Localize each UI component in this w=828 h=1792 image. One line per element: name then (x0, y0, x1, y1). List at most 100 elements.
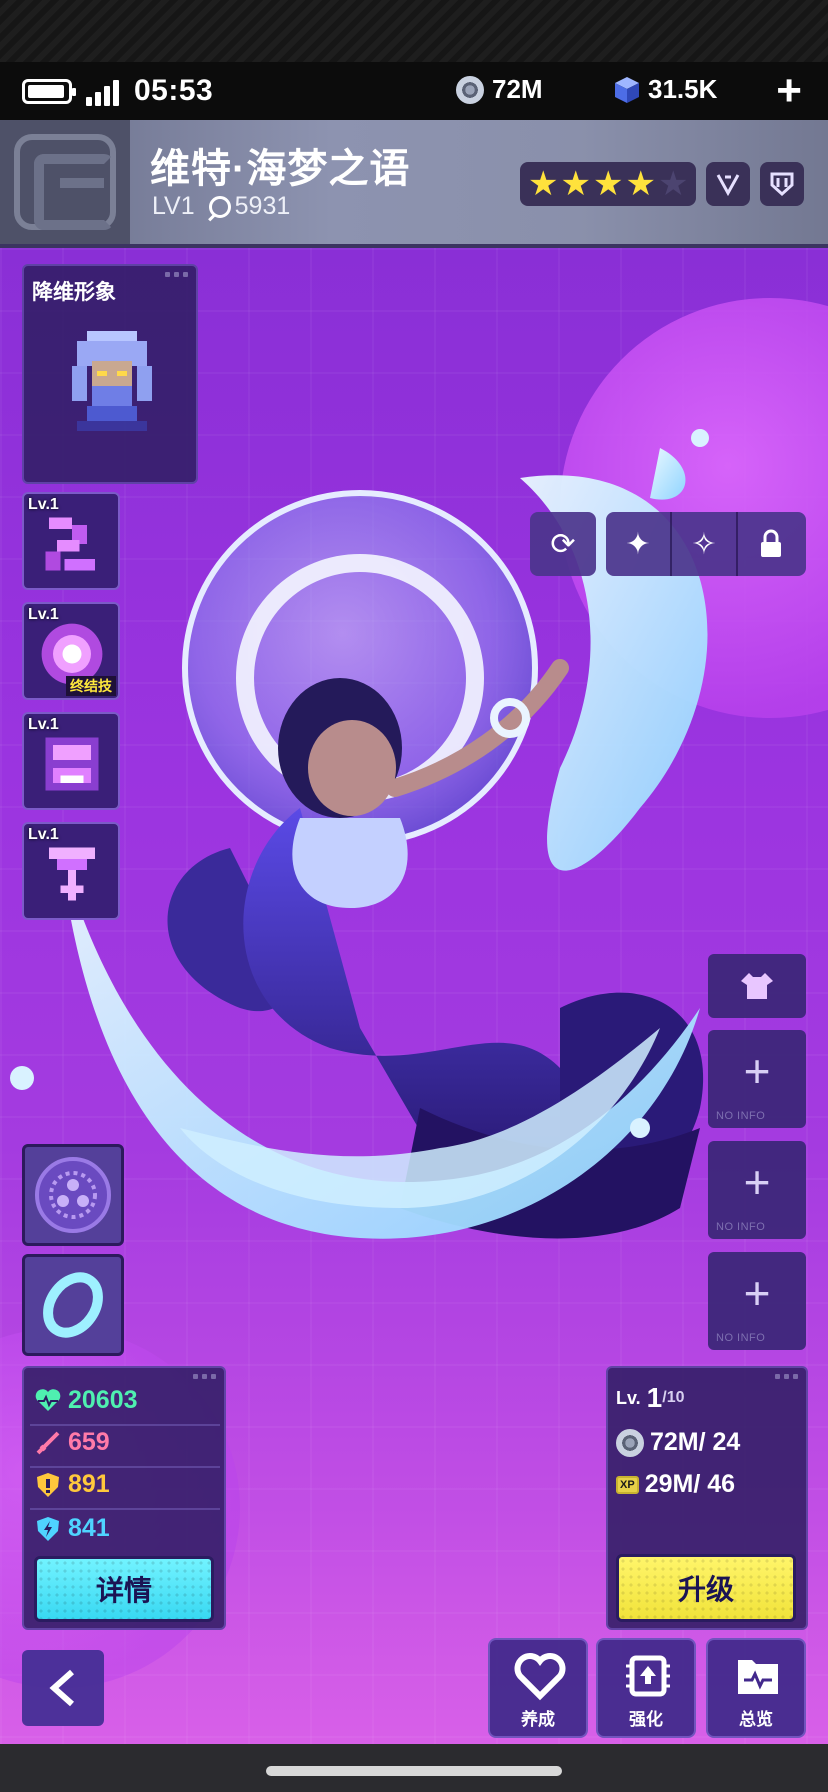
shirt-icon (741, 973, 773, 999)
sword-icon (36, 1431, 60, 1454)
costume-button[interactable] (708, 954, 806, 1018)
cultivate-label: 养成 (521, 1710, 555, 1729)
xp-cost: 29M/ 46 (644, 1470, 736, 1498)
overview-tab[interactable]: 总览 (706, 1638, 806, 1738)
skill-level: Lv.1 (28, 606, 59, 623)
chain-skill-icon (45, 737, 99, 791)
skill-slot-1[interactable]: Lv.1 (22, 492, 120, 590)
gear-slot-3[interactable]: + NO INFO (708, 1252, 806, 1350)
skill-level: Lv.1 (28, 826, 59, 843)
star-icon: ★ (560, 165, 591, 203)
star-icon: ★ (528, 165, 559, 203)
add-icon: + (743, 1267, 771, 1319)
lightning-icon (37, 1516, 59, 1541)
faction-logo-box (0, 120, 130, 244)
upgrade-button[interactable]: 升级 (616, 1554, 796, 1622)
attack-stat: 659 (34, 1428, 110, 1457)
battery-icon (22, 79, 76, 104)
skill-slot-4[interactable]: Lv.1 (22, 822, 120, 920)
defense-stat: 891 (34, 1470, 110, 1499)
speed-stat: 841 (34, 1514, 110, 1543)
level-prefix: Lv. (616, 1387, 641, 1408)
ring-icon (43, 1272, 103, 1338)
ring-equipment-slot[interactable] (22, 1254, 124, 1356)
refresh-icon[interactable]: ⟳ (530, 512, 596, 576)
heart-pulse-icon (35, 1388, 61, 1411)
ultimate-tag: 终结技 (66, 676, 116, 696)
character-header: 维特·海梦之语 LV1 5931 ★ ★ ★ ★ ★ (0, 120, 828, 248)
chip-upgrade-icon (626, 1655, 670, 1697)
character-level: LV1 (152, 192, 195, 220)
skill-level: Lv.1 (28, 716, 59, 733)
slot-info-label: NO INFO (716, 1221, 766, 1233)
power-icon (208, 195, 231, 218)
overview-label: 总览 (739, 1710, 773, 1729)
enhance-label: 强化 (629, 1710, 663, 1729)
sparkle-icon[interactable]: ✦ (606, 512, 672, 576)
coin-icon (456, 75, 484, 104)
cultivate-tab[interactable]: 养成 (488, 1638, 588, 1738)
skill-slot-2[interactable]: Lv.1 终结技 (22, 602, 120, 700)
chevron-left-icon (49, 1669, 74, 1707)
system-bottom-bar (0, 1744, 828, 1792)
faction-logo-icon (14, 134, 116, 230)
class-icon[interactable] (760, 162, 804, 206)
character-meta: LV1 5931 (152, 192, 290, 221)
core-equipment-slot[interactable] (22, 1144, 124, 1246)
coin-cost-row: 72M/ 24 (616, 1428, 740, 1457)
skill-slot-3[interactable]: Lv.1 (22, 712, 120, 810)
add-icon: + (743, 1045, 771, 1097)
pixel-portrait-title: 降维形象 (32, 281, 116, 304)
star-icon: ★ (625, 165, 656, 203)
gem-amount: 31.5K (648, 74, 718, 104)
coin-counter: 72M (456, 74, 543, 105)
rune-icon (35, 1157, 111, 1233)
folder-pulse-icon (738, 1660, 778, 1694)
cube-icon (615, 76, 639, 103)
defense-value: 891 (68, 1470, 110, 1498)
attack-value: 659 (68, 1428, 110, 1456)
current-level: 1 (646, 1382, 663, 1413)
details-button[interactable]: 详情 (34, 1556, 214, 1622)
hp-stat: 20603 (34, 1386, 138, 1415)
rotate-control[interactable]: ⟳ (530, 512, 596, 576)
star-rating: ★ ★ ★ ★ ★ (520, 162, 696, 206)
level-display: Lv. 1 /10 (616, 1382, 685, 1414)
double-sparkle-icon[interactable]: ✧ (672, 512, 738, 576)
swirl-skill-icon (45, 517, 95, 571)
home-indicator[interactable] (266, 1766, 562, 1776)
lock-icon[interactable] (738, 512, 804, 576)
clock: 05:53 (134, 74, 214, 107)
add-currency-button[interactable]: + (776, 69, 802, 113)
signal-icon (86, 78, 126, 106)
star-icon: ★ (592, 165, 624, 203)
speed-value: 841 (68, 1514, 110, 1542)
character-name: 维特·海梦之语 (150, 147, 411, 191)
slot-info-label: NO INFO (716, 1332, 766, 1344)
xp-chip-icon: XP (616, 1475, 639, 1494)
pixel-portrait-panel[interactable]: 降维形象 (22, 264, 198, 484)
hp-value: 20603 (68, 1386, 138, 1414)
heart-icon (514, 1653, 566, 1701)
gear-slot-2[interactable]: + NO INFO (708, 1141, 806, 1239)
pixel-character-icon (72, 331, 152, 431)
status-bar: 05:53 72M 31.5K + (0, 62, 828, 120)
slot-info-label: NO INFO (716, 1110, 766, 1122)
back-button[interactable] (22, 1650, 104, 1726)
level-up-panel: Lv. 1 /10 72M/ 24 XP 29M/ 46 升级 (606, 1366, 808, 1630)
skill-level: Lv.1 (28, 496, 59, 513)
shield-icon (37, 1472, 59, 1497)
gear-slot-1[interactable]: + NO INFO (708, 1030, 806, 1128)
enhance-tab[interactable]: 强化 (596, 1638, 696, 1738)
gem-counter: 31.5K (614, 74, 717, 105)
top-decorative-strip (0, 0, 828, 62)
xp-cost-row: XP 29M/ 46 (616, 1470, 735, 1499)
coin-amount: 72M (492, 74, 543, 104)
add-icon: + (743, 1156, 771, 1208)
power-rating: 5931 (208, 192, 290, 221)
stats-panel: 20603 659 891 841 详情 (22, 1366, 226, 1630)
max-level: /10 (662, 1389, 685, 1406)
trident-skill-icon (49, 847, 95, 901)
element-icon[interactable] (706, 162, 750, 206)
coin-cost: 72M/ 24 (650, 1428, 741, 1456)
